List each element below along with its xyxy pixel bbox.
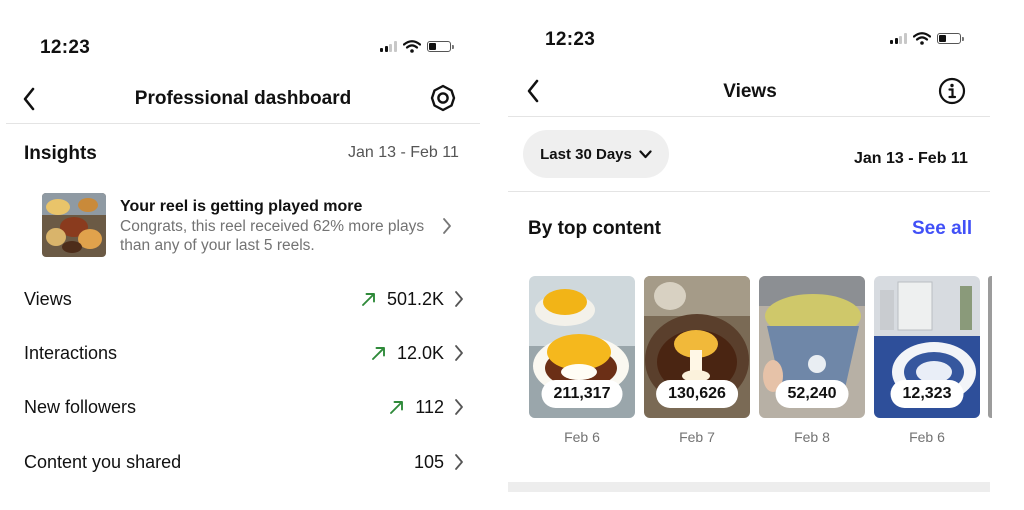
reel-thumbnail [42, 193, 106, 257]
content-views-badge: 211,317 [541, 380, 623, 408]
content-tile[interactable]: 211,317 [529, 276, 635, 418]
metric-value: 12.0K [396, 342, 444, 363]
metric-label: Interactions [24, 342, 118, 363]
see-all-link[interactable]: See all [912, 218, 972, 240]
status-time: 12:23 [545, 29, 596, 50]
status-time: 12:23 [40, 37, 91, 58]
reel-card-body: Congrats, this reel received 62% more pl… [120, 218, 425, 254]
insights-date-range: Jan 13 - Feb 11 [348, 144, 459, 161]
metric-row-views[interactable]: Views 501.2K [24, 279, 464, 319]
reel-card-title: Your reel is getting played more [120, 198, 363, 215]
metric-row-new-followers[interactable]: New followers 112 [24, 387, 464, 427]
trend-arrow-up-icon [361, 293, 375, 306]
signal-icon [380, 41, 397, 52]
reel-card-chevron [442, 217, 452, 235]
trend-arrow-up-icon [390, 401, 404, 414]
info-button[interactable] [936, 75, 968, 107]
wifi-icon [912, 32, 931, 45]
reel-insight-card[interactable]: Your reel is getting played more Congrat… [42, 193, 462, 259]
date-filter-label: Last 30 Days [540, 145, 632, 163]
chevron-right-icon [455, 291, 463, 307]
header-divider [6, 123, 480, 124]
metric-label: Content you shared [24, 451, 182, 472]
chevron-down-icon [639, 149, 652, 158]
wifi-icon [402, 40, 421, 53]
page-title: Views [723, 81, 777, 102]
chevron-right-icon [443, 218, 451, 234]
battery-icon [936, 33, 964, 44]
content-views-badge: 52,240 [775, 380, 849, 408]
content-views-badge: 12,323 [890, 380, 964, 408]
metric-row-interactions[interactable]: Interactions 12.0K [24, 333, 464, 373]
metric-row-content-shared[interactable]: Content you shared 105 [24, 442, 464, 482]
section-separator [508, 482, 990, 492]
info-icon [938, 77, 966, 105]
content-date: Feb 8 [794, 429, 830, 445]
insights-title: Insights [24, 143, 97, 164]
metric-value: 105 [413, 451, 444, 472]
gear-icon [430, 84, 456, 112]
back-button[interactable] [518, 76, 548, 106]
content-date: Feb 6 [564, 429, 600, 445]
top-content-title: By top content [528, 218, 661, 239]
filter-divider [508, 191, 990, 192]
next-content-peek [988, 276, 992, 418]
status-icons [890, 32, 964, 45]
chevron-left-icon [23, 87, 35, 111]
date-filter-dropdown[interactable]: Last 30 Days [523, 130, 669, 178]
content-date: Feb 7 [679, 429, 715, 445]
metric-value: 112 [415, 396, 444, 417]
chevron-right-icon [455, 454, 463, 470]
signal-icon [890, 33, 907, 44]
content-date: Feb 6 [909, 429, 945, 445]
chevron-left-icon [527, 79, 539, 103]
metric-value: 501.2K [386, 288, 444, 309]
chevron-right-icon [455, 399, 463, 415]
content-tile[interactable]: 130,626 [644, 276, 750, 418]
status-icons [380, 40, 454, 53]
dashboard-screen: 12:23 Professional dashboard Insights Ja… [0, 0, 490, 510]
views-date-range: Jan 13 - Feb 11 [854, 150, 968, 167]
chevron-right-icon [455, 345, 463, 361]
metric-label: New followers [24, 396, 137, 417]
content-views-badge: 130,626 [656, 380, 738, 408]
metric-label: Views [24, 288, 72, 309]
page-title: Professional dashboard [134, 88, 352, 109]
settings-button[interactable] [427, 82, 459, 114]
battery-icon [426, 41, 454, 52]
content-tile[interactable]: 52,240 [759, 276, 865, 418]
header-divider [508, 116, 990, 117]
trend-arrow-up-icon [372, 347, 385, 360]
content-tile[interactable]: 12,323 [874, 276, 980, 418]
back-button[interactable] [14, 84, 44, 114]
